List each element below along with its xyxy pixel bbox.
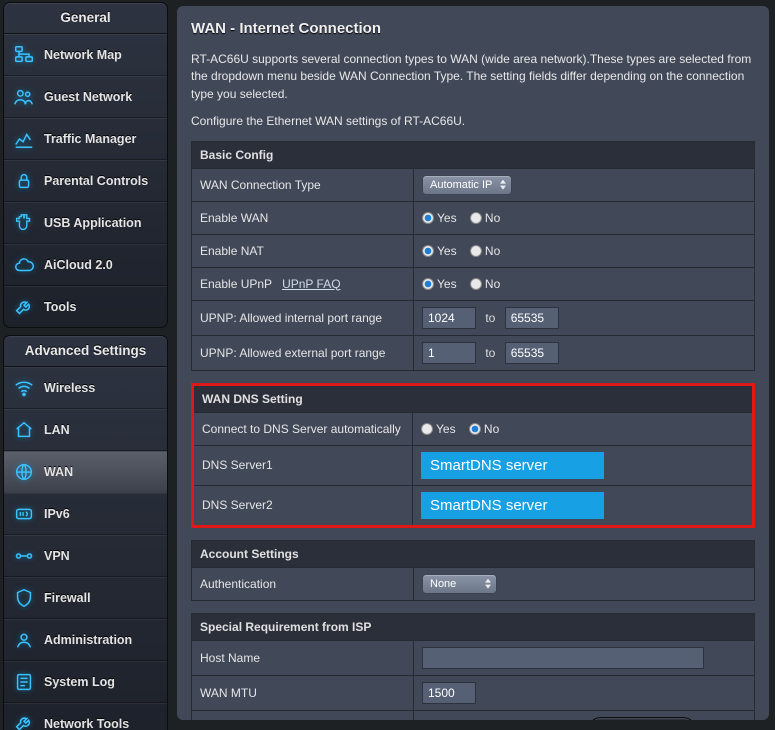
sidebar-item-lan[interactable]: LAN [4,409,167,451]
page-desc-2: Configure the Ethernet WAN settings of R… [191,113,755,130]
netmap-icon [13,44,35,66]
sidebar-general-card: General Network Map Guest Network Traffi… [3,2,168,328]
mtu-label: WAN MTU [192,675,414,710]
account-settings-header: Account Settings [192,540,755,567]
sidebar-item-tools[interactable]: Tools [4,286,167,327]
sidebar-advanced-card: Advanced Settings Wireless LAN WAN IPv6 … [3,335,168,730]
account-settings-table: Account Settings Authentication None [191,540,755,601]
sidebar-item-label: Firewall [44,591,91,605]
enable-nat-label: Enable NAT [192,234,414,267]
wan-type-label: WAN Connection Type [192,168,414,201]
admin-icon [13,629,35,651]
sidebar-item-guest-network[interactable]: Guest Network [4,76,167,118]
basic-config-table: Basic Config WAN Connection Type Automat… [191,141,755,371]
mac-label: MAC Address [192,710,414,720]
sidebar-general-header: General [4,3,167,34]
enable-upnp-no[interactable] [470,278,482,290]
mac-clone-button[interactable]: MAC Clone [587,717,697,720]
sidebar-item-label: Guest Network [44,90,132,104]
dns-auto-no[interactable] [469,423,481,435]
auth-label: Authentication [192,567,414,600]
upnp-int-to[interactable] [505,307,559,329]
enable-wan-no[interactable] [470,212,482,224]
sidebar-item-ipv6[interactable]: IPv6 [4,493,167,535]
enable-wan-yes[interactable] [422,212,434,224]
guest-icon [13,86,35,108]
content-panel: WAN - Internet Connection RT-AC66U suppo… [177,6,769,720]
enable-nat-no[interactable] [470,245,482,257]
upnp-faq-link[interactable]: UPnP FAQ [282,277,340,291]
upnp-int-from[interactable] [422,307,476,329]
wan-dns-header: WAN DNS Setting [193,384,754,412]
dns-server2-input[interactable]: SmartDNS server [421,492,604,519]
sidebar-item-label: Traffic Manager [44,132,136,146]
sidebar-item-aicloud[interactable]: AiCloud 2.0 [4,244,167,286]
dns-auto-label: Connect to DNS Server automatically [193,412,413,445]
traffic-icon [13,128,35,150]
sidebar-item-label: System Log [44,675,115,689]
sidebar-item-label: WAN [44,465,73,479]
sidebar-item-label: Administration [44,633,132,647]
enable-nat-yes[interactable] [422,245,434,257]
sidebar-item-label: Network Tools [44,717,129,730]
enable-upnp-label: Enable UPnP UPnP FAQ [192,267,414,300]
sidebar-item-label: Wireless [44,381,95,395]
enable-wan-label: Enable WAN [192,201,414,234]
sidebar-item-wireless[interactable]: Wireless [4,367,167,409]
hostname-label: Host Name [192,640,414,675]
basic-config-header: Basic Config [192,141,755,168]
hostname-input[interactable] [422,647,704,669]
wan-type-select[interactable]: Automatic IP [422,175,512,195]
sidebar-item-label: VPN [44,549,70,563]
dns-server1-input[interactable]: SmartDNS server [421,452,604,479]
sidebar-item-label: LAN [44,423,70,437]
log-icon [13,671,35,693]
upnp-ext-from[interactable] [422,342,476,364]
shield-icon [13,587,35,609]
nettools-icon [13,713,35,730]
isp-table: Special Requirement from ISP Host Name W… [191,613,755,720]
ipv6-icon [13,503,35,525]
home-icon [13,419,35,441]
sidebar-item-vpn[interactable]: VPN [4,535,167,577]
sidebar-item-traffic-manager[interactable]: Traffic Manager [4,118,167,160]
dns-server2-label: DNS Server2 [193,485,413,526]
sidebar-advanced-header: Advanced Settings [4,336,167,367]
enable-upnp-yes[interactable] [422,278,434,290]
sidebar-item-parental-controls[interactable]: Parental Controls [4,160,167,202]
page-desc-1: RT-AC66U supports several connection typ… [191,51,755,103]
cloud-icon [13,254,35,276]
tools-icon [13,296,35,318]
sidebar-item-network-tools[interactable]: Network Tools [4,703,167,730]
sidebar-item-firewall[interactable]: Firewall [4,577,167,619]
sidebar-item-label: IPv6 [44,507,70,521]
sidebar-item-label: AiCloud 2.0 [44,258,113,272]
usb-icon [13,212,35,234]
mtu-input[interactable] [422,682,476,704]
globe-icon [13,461,35,483]
sidebar-item-label: Network Map [44,48,122,62]
wifi-icon [13,377,35,399]
sidebar-item-system-log[interactable]: System Log [4,661,167,703]
upnp-ext-label: UPNP: Allowed external port range [192,335,414,370]
main-area: WAN - Internet Connection RT-AC66U suppo… [171,0,775,730]
wan-dns-table: WAN DNS Setting Connect to DNS Server au… [191,383,755,528]
sidebar-item-label: Tools [44,300,76,314]
sidebar-item-label: Parental Controls [44,174,148,188]
sidebar-item-label: USB Application [44,216,141,230]
auth-select[interactable]: None [422,574,497,594]
sidebar-item-wan[interactable]: WAN [4,451,167,493]
parental-icon [13,170,35,192]
sidebar: General Network Map Guest Network Traffi… [0,0,171,730]
upnp-int-label: UPNP: Allowed internal port range [192,300,414,335]
dns-server1-label: DNS Server1 [193,445,413,485]
sidebar-item-administration[interactable]: Administration [4,619,167,661]
dns-auto-yes[interactable] [421,423,433,435]
sidebar-item-usb-application[interactable]: USB Application [4,202,167,244]
page-title: WAN - Internet Connection [191,20,755,37]
upnp-ext-to[interactable] [505,342,559,364]
sidebar-item-network-map[interactable]: Network Map [4,34,167,76]
isp-header: Special Requirement from ISP [192,613,755,640]
vpn-icon [13,545,35,567]
